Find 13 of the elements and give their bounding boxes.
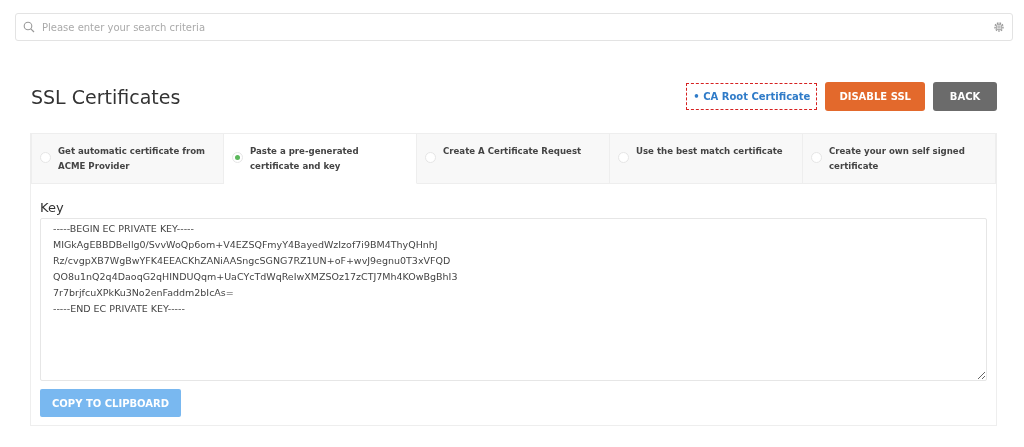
key-label: Key bbox=[40, 200, 65, 215]
tab[interactable]: Create A Certificate Request bbox=[417, 133, 610, 184]
ca-root-certificate-link[interactable]: • CA Root Certificate bbox=[686, 83, 818, 110]
key-field[interactable]: -----BEGIN EC PRIVATE KEY----- MIGkAgEBBDBeIlg0/SvvWoQp6om+V4EZSQFmyY4BayedWzIzof7i9BM4ThyQHnhJ Rz/cvgpXB7WgBwYFK4EEACKhZANiAASngcSGNG7RZ1UN+oF+wvJ9egnu0T3xVFQD QO8u1nQ2q4DaoqG2qHINDUQqm+UaCYcTdWqReIwXMZSOz17zCTJ7Mh4KOwBgBhI3 7r7brjfcuXPkKu3No2enFaddm2bIcAs= -----END EC PRIVATE KEY----- bbox=[40, 218, 987, 381]
tab[interactable]: Get automatic certificate from ACME Provider bbox=[31, 133, 224, 184]
tab[interactable]: Use the best match certificate bbox=[610, 133, 803, 184]
search-field[interactable]: Please enter your search criteria bbox=[15, 13, 1013, 41]
page-title: SSL Certificates bbox=[31, 85, 182, 108]
tab[interactable]: Create your own self signed certificate bbox=[803, 133, 996, 184]
search-icon bbox=[23, 21, 35, 33]
back-button[interactable]: BACK bbox=[933, 82, 997, 111]
settings-icon[interactable] bbox=[993, 21, 1005, 33]
tab[interactable]: Paste a pre-generated certificate and key bbox=[224, 133, 417, 184]
